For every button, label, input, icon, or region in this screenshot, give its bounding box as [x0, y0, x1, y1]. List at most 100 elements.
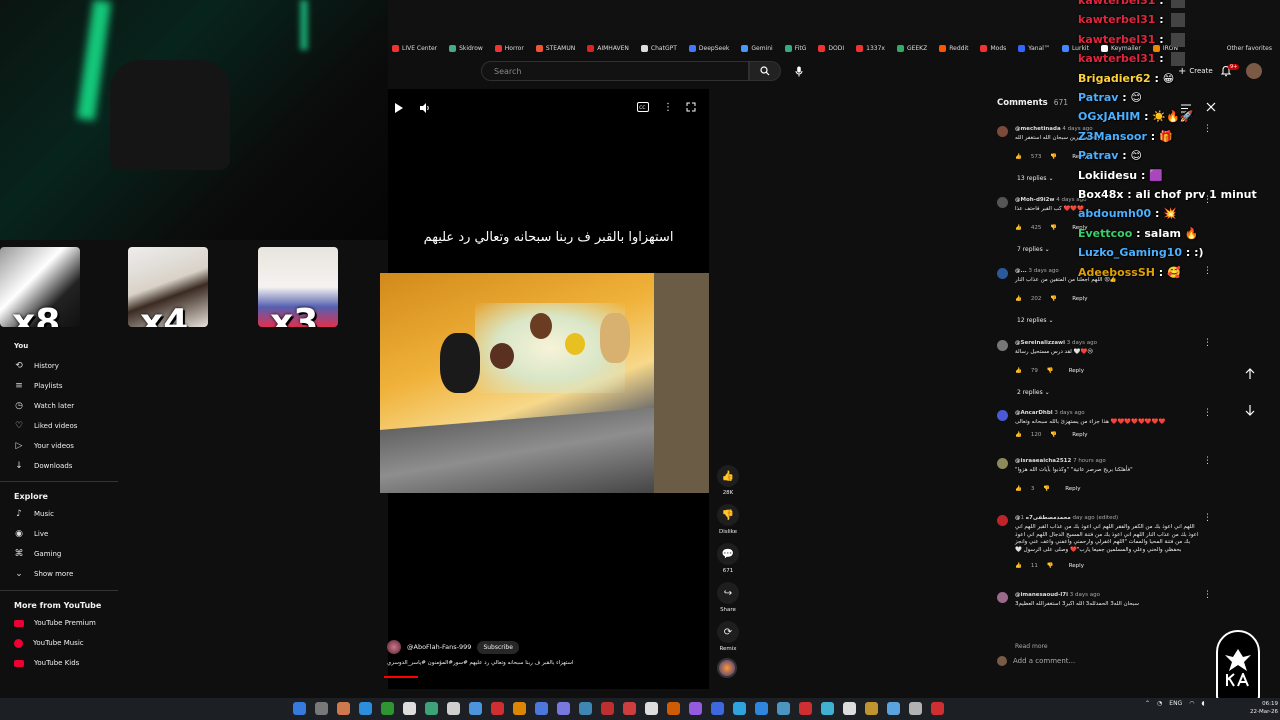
- search-button[interactable]: [749, 61, 781, 81]
- taskbar-app-icon[interactable]: [821, 702, 834, 715]
- taskbar-app-icon[interactable]: [359, 702, 372, 715]
- dislike-comment-icon[interactable]: 👎: [1043, 486, 1050, 492]
- taskbar-app-icon[interactable]: [601, 702, 614, 715]
- sidebar-item-playlists[interactable]: ≡ Playlists: [14, 379, 62, 393]
- bookmark-item[interactable]: Gemini: [741, 44, 773, 52]
- like-button[interactable]: 👍 28K: [713, 465, 743, 496]
- sidebar-item-live[interactable]: ◉ Live: [14, 527, 48, 541]
- video-progress-bar[interactable]: [384, 676, 418, 678]
- comment-author[interactable]: @Moh-d9i2w: [1015, 197, 1055, 203]
- bookmark-item[interactable]: Reddit: [939, 44, 968, 52]
- commenter-avatar[interactable]: [997, 515, 1008, 526]
- dislike-comment-icon[interactable]: 👎: [1047, 563, 1054, 569]
- like-comment-icon[interactable]: 👍: [1015, 154, 1022, 160]
- sidebar-item-youtube-kids[interactable]: YouTube Kids: [14, 656, 79, 670]
- add-comment-field[interactable]: Add a comment...: [997, 656, 1075, 666]
- view-replies-button[interactable]: 12 replies ⌄: [1017, 317, 1053, 324]
- sidebar-item-gaming[interactable]: ⌘ Gaming: [14, 547, 62, 561]
- subscribe-button[interactable]: Subscribe: [477, 640, 519, 654]
- reply-button[interactable]: Reply: [1069, 368, 1084, 374]
- comment-menu-icon[interactable]: ⋮: [1203, 513, 1212, 523]
- taskbar-app-icon[interactable]: [711, 702, 724, 715]
- bookmark-item[interactable]: AIMHAVEN: [587, 44, 629, 52]
- sidebar-item-youtube-music[interactable]: YouTube Music: [14, 636, 84, 650]
- taskbar-app-icon[interactable]: [557, 702, 570, 715]
- taskbar-app-icon[interactable]: [403, 702, 416, 715]
- taskbar-app-icon[interactable]: [447, 702, 460, 715]
- more-options-button[interactable]: ⋮: [662, 102, 674, 114]
- fullscreen-button[interactable]: [685, 102, 697, 114]
- dislike-button[interactable]: 👎 Dislike: [713, 504, 743, 535]
- taskbar-app-icon[interactable]: [909, 702, 922, 715]
- commenter-avatar[interactable]: [997, 197, 1008, 208]
- sidebar-item-youtube-premium[interactable]: YouTube Premium: [14, 616, 96, 630]
- wifi-icon[interactable]: ◠: [1189, 700, 1194, 707]
- comment-author[interactable]: @mechetinada: [1015, 126, 1061, 132]
- taskbar-app-icon[interactable]: [733, 702, 746, 715]
- like-comment-icon[interactable]: 👍: [1015, 225, 1022, 231]
- channel-avatar[interactable]: [387, 640, 401, 654]
- chevron-up-icon[interactable]: ⌃: [1145, 700, 1150, 707]
- lang-indicator[interactable]: ENG: [1169, 700, 1182, 707]
- sidebar-item-watch-later[interactable]: ◷ Watch later: [14, 399, 74, 413]
- view-replies-button[interactable]: 2 replies ⌄: [1017, 389, 1050, 396]
- you-section-label[interactable]: You: [14, 342, 28, 350]
- dislike-comment-icon[interactable]: 👎: [1050, 296, 1057, 302]
- comment-author[interactable]: @...: [1015, 268, 1027, 274]
- taskbar-app-icon[interactable]: [425, 702, 438, 715]
- sidebar-item-show-more[interactable]: ⌄ Show more: [14, 567, 73, 581]
- comment-menu-icon[interactable]: ⋮: [1203, 456, 1212, 466]
- taskbar-app-icon[interactable]: [799, 702, 812, 715]
- sidebar-item-downloads[interactable]: ↓ Downloads: [14, 459, 72, 473]
- bookmark-item[interactable]: STEAMUN: [535, 44, 575, 52]
- bookmark-item[interactable]: Horror: [494, 44, 524, 52]
- channel-name[interactable]: @AboFlah-Fans-999: [407, 643, 471, 651]
- taskbar-app-icon[interactable]: [689, 702, 702, 715]
- taskbar-app-icon[interactable]: [777, 702, 790, 715]
- bookmark-item[interactable]: Mods: [980, 44, 1006, 52]
- taskbar-app-icon[interactable]: [667, 702, 680, 715]
- taskbar-app-icon[interactable]: [931, 702, 944, 715]
- taskbar-app-icon[interactable]: [579, 702, 592, 715]
- like-comment-icon[interactable]: 👍: [1015, 486, 1022, 492]
- bookmark-item[interactable]: LIVE Center: [392, 44, 437, 52]
- bookmark-item[interactable]: FitG: [784, 44, 806, 52]
- view-replies-button[interactable]: 7 replies ⌄: [1017, 246, 1050, 253]
- commenter-avatar[interactable]: [997, 410, 1008, 421]
- taskbar-app-icon[interactable]: [315, 702, 328, 715]
- sound-avatar[interactable]: [717, 658, 737, 678]
- taskbar-app-icon[interactable]: [865, 702, 878, 715]
- bookmark-item[interactable]: 1337x: [856, 44, 885, 52]
- video-title[interactable]: استهزاء بالقبر ف ربنا سبحانه وتعالي رد ع…: [387, 660, 707, 666]
- taskbar-app-icon[interactable]: [755, 702, 768, 715]
- bookmark-item[interactable]: Yanal™: [1018, 44, 1050, 52]
- reply-button[interactable]: Reply: [1069, 563, 1084, 569]
- comments-button[interactable]: 💬 671: [713, 543, 743, 574]
- taskbar-app-icon[interactable]: [469, 702, 482, 715]
- commenter-avatar[interactable]: [997, 458, 1008, 469]
- network-icon[interactable]: ◔: [1157, 700, 1162, 707]
- taskbar-app-icon[interactable]: [623, 702, 636, 715]
- comment-menu-icon[interactable]: ⋮: [1203, 338, 1212, 348]
- taskbar-app-icon[interactable]: [337, 702, 350, 715]
- like-comment-icon[interactable]: 👍: [1015, 432, 1022, 438]
- start-menu-icon[interactable]: [293, 702, 306, 715]
- commenter-avatar[interactable]: [997, 340, 1008, 351]
- reply-button[interactable]: Reply: [1072, 432, 1087, 438]
- previous-video-button[interactable]: [1244, 368, 1256, 380]
- share-button[interactable]: ↪ Share: [713, 582, 743, 613]
- sidebar-item-history[interactable]: ⟲ History: [14, 359, 59, 373]
- dislike-comment-icon[interactable]: 👎: [1050, 225, 1057, 231]
- bookmark-item[interactable]: DODI: [818, 44, 844, 52]
- speaker-icon[interactable]: ◖: [1201, 700, 1204, 707]
- captions-button[interactable]: CC: [637, 102, 649, 114]
- search-input[interactable]: Search: [481, 61, 749, 81]
- bookmark-item[interactable]: Skidrow: [449, 44, 483, 52]
- play-button[interactable]: [393, 102, 405, 114]
- commenter-avatar[interactable]: [997, 126, 1008, 137]
- taskbar-app-icon[interactable]: [513, 702, 526, 715]
- view-replies-button[interactable]: 13 replies ⌄: [1017, 175, 1053, 182]
- comment-author[interactable]: @Sereinalizzawi: [1015, 340, 1065, 346]
- sidebar-item-liked-videos[interactable]: ♡ Liked videos: [14, 419, 77, 433]
- volume-button[interactable]: [419, 102, 431, 114]
